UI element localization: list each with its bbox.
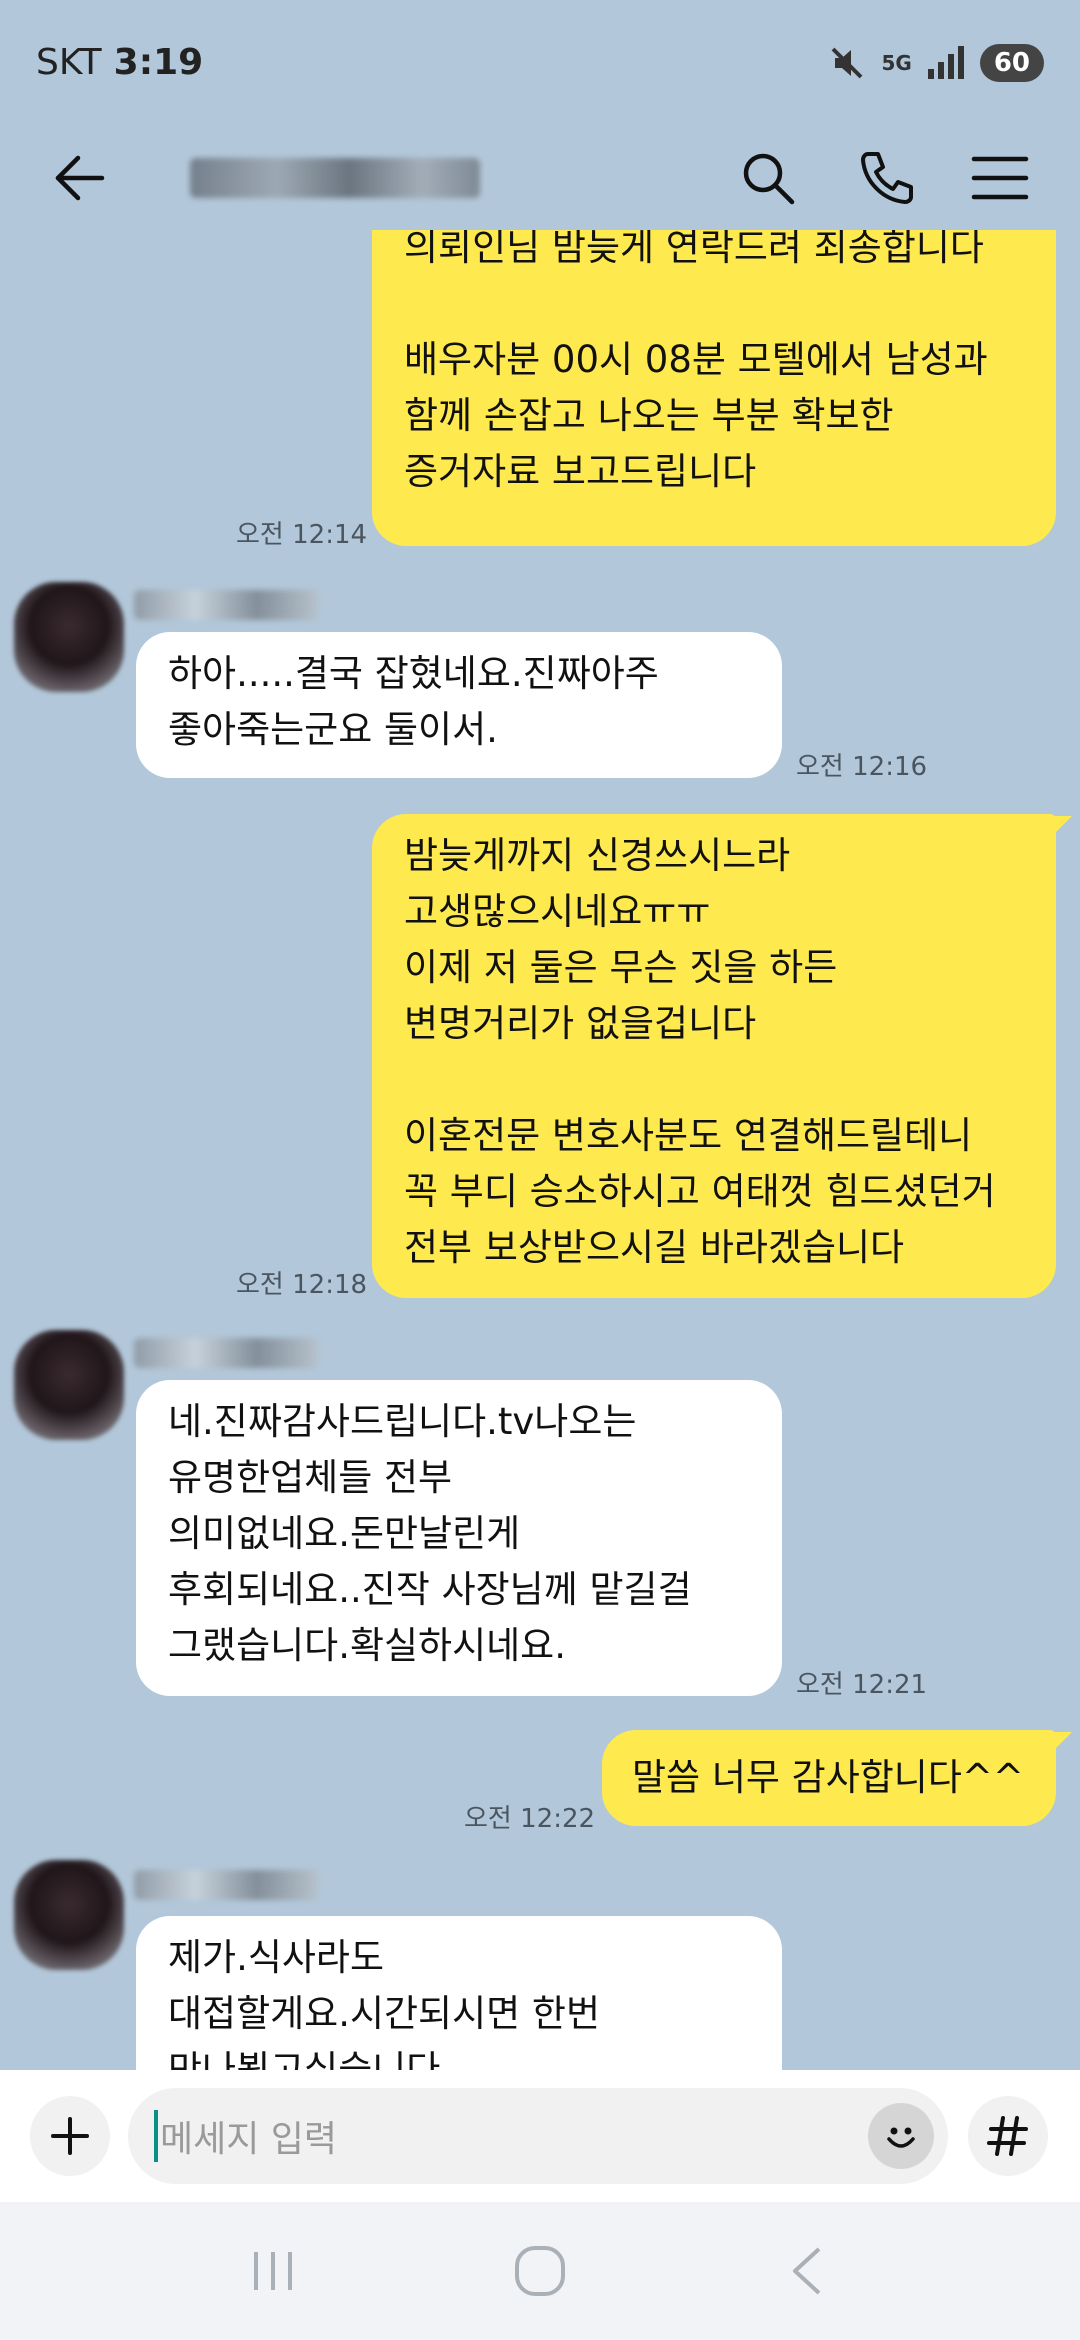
sender-avatar[interactable]	[14, 1860, 124, 1970]
emoji-button[interactable]	[868, 2103, 934, 2169]
text-cursor	[154, 2110, 158, 2162]
message-time: 오전 12:21	[796, 1670, 928, 1700]
emoji-icon	[887, 2127, 915, 2148]
message-list[interactable]: 의뢰인님 밤늦게 연락드려 죄송합니다 배우자분 00시 08분 모텔에서 남성…	[0, 230, 1080, 2070]
bubble-tail	[1050, 1732, 1072, 1754]
mute-icon	[832, 47, 863, 78]
outgoing-message[interactable]: 밤늦게까지 신경쓰시느라 고생많으시네요ㅠㅠ 이제 저 둘은 무슨 짓을 하든 …	[372, 814, 1056, 1298]
phone-icon	[861, 151, 913, 204]
message-time: 오전 12:18	[236, 1270, 368, 1300]
signal-icon	[927, 45, 964, 79]
message-time: 오전 12:14	[236, 520, 368, 550]
network-type: 5G	[881, 50, 912, 75]
sender-name-blurred	[134, 1870, 318, 1900]
incoming-message[interactable]: 하아.....결국 잡혔네요.진짜아주 좋아죽는군요 둘이서.	[136, 632, 782, 778]
back-button[interactable]	[40, 138, 120, 218]
sender-avatar[interactable]	[14, 1330, 124, 1440]
status-icons: 5G 60	[827, 43, 1044, 83]
back-arrow-icon	[55, 155, 105, 200]
recent-apps-button[interactable]	[223, 2221, 323, 2321]
hash-icon	[987, 2116, 1028, 2156]
composer-bar: 메세지 입력	[0, 2070, 1080, 2202]
bubble-tail	[1050, 816, 1072, 838]
battery-level: 60	[979, 43, 1044, 82]
sender-name-blurred	[134, 590, 318, 620]
nav-back-icon	[792, 2247, 820, 2295]
message-time: 오전 12:22	[464, 1804, 596, 1834]
status-bar: SKT 3:19 5G 60	[0, 0, 1080, 125]
message-input[interactable]: 메세지 입력	[128, 2088, 948, 2184]
outgoing-message[interactable]: 말씀 너무 감사합니다^^	[602, 1730, 1056, 1826]
sender-avatar[interactable]	[14, 582, 124, 692]
system-nav-bar	[0, 2202, 1080, 2340]
outgoing-message[interactable]: 의뢰인님 밤늦게 연락드려 죄송합니다 배우자분 00시 08분 모텔에서 남성…	[372, 230, 1056, 546]
menu-icon	[971, 156, 1029, 199]
header-actions	[728, 138, 1040, 218]
chat-title-blurred	[190, 157, 480, 198]
menu-button[interactable]	[960, 138, 1040, 218]
input-placeholder: 메세지 입력	[160, 2119, 338, 2160]
chat-header	[0, 125, 1080, 230]
search-icon	[743, 153, 795, 204]
incoming-message[interactable]: 네.진짜감사드립니다.tv나오는 유명한업체들 전부 의미없네요.돈만날린게 후…	[136, 1380, 782, 1696]
home-icon	[514, 2246, 565, 2296]
recent-apps-icon	[254, 2252, 293, 2290]
message-time: 오전 12:16	[796, 752, 928, 782]
home-button[interactable]	[490, 2221, 590, 2321]
hashtag-search-button[interactable]	[968, 2096, 1048, 2176]
incoming-message[interactable]: 제가.식사라도 대접할게요.시간되시면 한번 만나뵙고싶습니다	[136, 1916, 782, 2070]
clock: 3:19	[113, 42, 204, 83]
nav-back-button[interactable]	[757, 2221, 857, 2321]
call-button[interactable]	[844, 138, 924, 218]
sender-name-blurred	[134, 1338, 318, 1368]
plus-icon	[51, 2117, 89, 2155]
search-button[interactable]	[728, 138, 808, 218]
attach-button[interactable]	[30, 2096, 110, 2176]
carrier-label: SKT	[36, 42, 102, 83]
